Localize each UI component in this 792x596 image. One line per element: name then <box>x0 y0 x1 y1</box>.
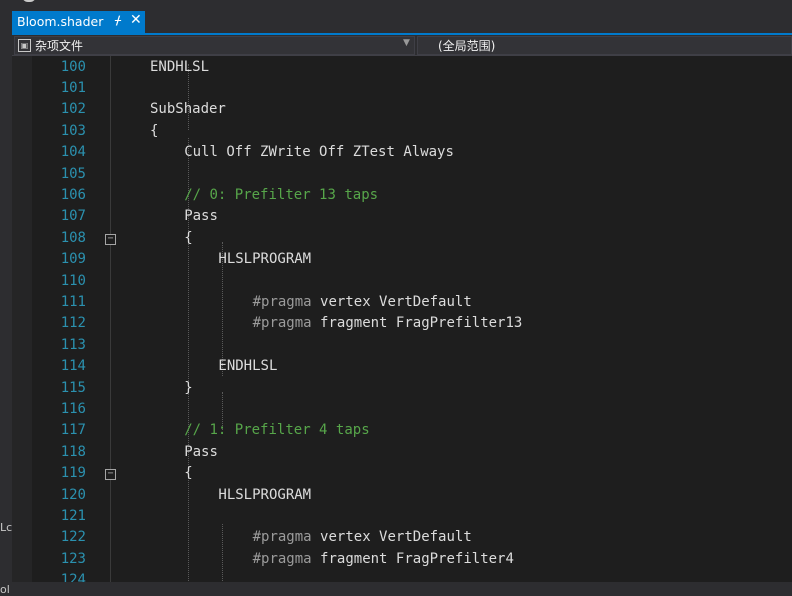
code-line[interactable]: #pragma vertex VertDefault <box>253 292 472 313</box>
code-line[interactable]: { <box>150 121 158 142</box>
line-number: 121 <box>60 507 86 524</box>
code-line[interactable]: } <box>184 378 192 399</box>
code-line[interactable]: Pass <box>184 442 218 463</box>
preprocessor-directive: #pragma <box>252 529 312 546</box>
line-number: 115 <box>60 379 86 396</box>
line-number: 110 <box>60 272 86 289</box>
tab-title: Bloom.shader <box>17 14 104 29</box>
line-number: 120 <box>60 486 86 503</box>
indent-guide <box>222 524 223 587</box>
line-number: 108 <box>60 229 86 246</box>
line-number: 114 <box>60 358 86 375</box>
preprocessor-directive: #pragma <box>252 315 312 332</box>
preprocessor-directive: #pragma <box>252 550 312 567</box>
app-logo-fragment <box>22 0 36 2</box>
code-line[interactable]: #pragma fragment FragPrefilter4 <box>253 549 514 570</box>
chevron-down-icon[interactable]: ▼ <box>403 38 410 48</box>
code-line[interactable]: Cull Off ZWrite Off ZTest Always <box>184 142 454 163</box>
code-line[interactable]: #pragma vertex VertDefault <box>253 527 472 548</box>
line-number: 102 <box>60 101 86 118</box>
code-line[interactable]: #pragma fragment FragPrefilter13 <box>253 313 523 334</box>
line-number: 105 <box>60 165 86 182</box>
left-panel-fragment: Lc <box>0 521 13 534</box>
code-text: vertex VertDefault <box>320 293 472 310</box>
line-number: 118 <box>60 443 86 460</box>
code-line[interactable]: { <box>184 463 192 484</box>
line-number: 101 <box>60 79 86 96</box>
code-editor[interactable]: 100 ENDHLSL 101 102 SubShader 103 {104 Cull Off… <box>12 56 792 588</box>
line-number: 113 <box>60 336 86 353</box>
line-number: 100 <box>60 58 86 75</box>
line-number: 116 <box>60 400 86 417</box>
preprocessor-directive: #pragma <box>252 293 312 310</box>
scope-dropdown[interactable]: (全局范围) <box>417 36 792 55</box>
code-line[interactable]: ENDHLSL <box>218 356 277 377</box>
code-line[interactable]: ENDHLSL <box>150 57 209 78</box>
line-number: 109 <box>60 251 86 268</box>
line-number: 107 <box>60 208 86 225</box>
pin-icon[interactable]: ᚋ <box>115 13 121 27</box>
line-number: 123 <box>60 550 86 567</box>
line-number: 124 <box>60 572 86 589</box>
navigation-bar: ▣ 杂项文件 ▼ (全局范围) <box>12 35 792 56</box>
project-dropdown[interactable]: ▣ 杂项文件 ▼ <box>14 36 415 55</box>
code-line[interactable]: Pass <box>184 206 218 227</box>
line-number: 122 <box>60 529 86 546</box>
close-icon[interactable]: ✕ <box>130 12 142 28</box>
line-number: 106 <box>60 186 86 203</box>
left-panel-fragment: ol <box>0 583 10 596</box>
code-line[interactable]: { <box>184 228 192 249</box>
line-number: 119 <box>60 465 86 482</box>
line-number: 117 <box>60 422 86 439</box>
file-icon: ▣ <box>18 39 31 52</box>
editor-margin <box>12 56 32 587</box>
outline-margin <box>110 56 111 587</box>
project-dropdown-label: 杂项文件 <box>35 39 84 53</box>
scope-dropdown-label: (全局范围) <box>438 39 496 53</box>
line-number: 104 <box>60 144 86 161</box>
tab-bloom-shader[interactable]: Bloom.shader ᚋ ✕ <box>12 11 145 33</box>
code-text: vertex VertDefault <box>320 529 472 546</box>
code-comment[interactable]: // 1: Prefilter 4 taps <box>184 420 369 441</box>
collapse-icon[interactable]: − <box>105 233 116 245</box>
code-comment[interactable]: // 0: Prefilter 13 taps <box>184 185 378 206</box>
collapse-icon[interactable]: − <box>105 469 116 481</box>
code-line[interactable]: SubShader <box>150 99 226 120</box>
line-number: 112 <box>60 315 86 332</box>
line-number: 103 <box>60 122 86 139</box>
code-line[interactable]: HLSLPROGRAM <box>218 485 311 506</box>
line-number: 111 <box>60 293 86 310</box>
code-text: fragment FragPrefilter4 <box>320 550 514 567</box>
code-line[interactable]: HLSLPROGRAM <box>218 249 311 270</box>
status-strip <box>12 582 792 587</box>
left-panel-edge: Lc ol <box>0 35 13 596</box>
tab-bar: Bloom.shader ᚋ ✕ <box>0 0 792 35</box>
code-text: fragment FragPrefilter13 <box>320 315 523 332</box>
